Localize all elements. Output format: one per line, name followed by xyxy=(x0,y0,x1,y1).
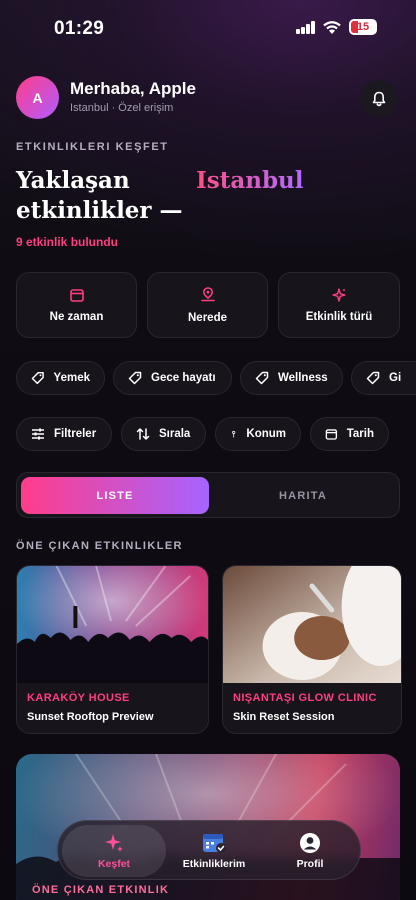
battery-level: 15 xyxy=(356,21,370,33)
city-name: Istanbul xyxy=(196,167,304,194)
when-filter-label: Ne zaman xyxy=(49,311,104,323)
when-filter-card[interactable]: Ne zaman xyxy=(16,272,137,338)
avatar[interactable]: A xyxy=(16,76,59,119)
date-button[interactable]: Tarih xyxy=(310,417,389,451)
tab-etkinliklerim[interactable]: Etkinliklerim xyxy=(166,821,262,881)
status-bar: 01:29 15 xyxy=(0,0,416,56)
calendar-icon xyxy=(325,429,338,440)
user-icon xyxy=(300,833,320,853)
category-chips: Yemek Gece hayatı Wellness Gi xyxy=(16,361,416,395)
where-filter-card[interactable]: Nerede xyxy=(147,272,268,338)
list-view-label: LISTE xyxy=(96,489,134,502)
avatar-initial: A xyxy=(32,89,43,106)
event-title: Skin Reset Session xyxy=(233,711,335,723)
list-view-tab[interactable]: LISTE xyxy=(21,477,209,514)
tab-label: Etkinliklerim xyxy=(182,858,246,870)
location-pin-icon xyxy=(200,287,215,302)
tag-icon xyxy=(128,371,142,385)
wifi-icon xyxy=(323,21,341,34)
event-venue: NIŞANTAŞI GLOW CLINIC xyxy=(233,692,377,704)
header: A Merhaba, Apple Istanbul · Özel erişim xyxy=(16,76,400,122)
tab-label: Keşfet xyxy=(97,858,131,870)
notifications-button[interactable] xyxy=(360,80,398,118)
filters-button[interactable]: Filtreler xyxy=(16,417,112,451)
map-view-tab[interactable]: HARITA xyxy=(209,477,397,514)
tab-kesfet[interactable]: Keşfet xyxy=(62,821,166,881)
category-chip-label: Gi xyxy=(389,372,402,384)
event-type-filter-label: Etkinlik türü xyxy=(305,311,373,323)
sparkle-icon xyxy=(105,834,123,852)
greeting: Merhaba, Apple xyxy=(70,79,196,98)
featured-section-title: ÖNE ÇIKAN ETKINLIKLER xyxy=(16,540,183,552)
date-label: Tarih xyxy=(346,428,374,440)
view-toggle: LISTE HARITA xyxy=(16,472,400,518)
sort-label: Sırala xyxy=(159,428,191,440)
event-venue: KARAKÖY HOUSE xyxy=(27,692,130,704)
category-chip-label: Gece hayatı xyxy=(151,372,216,384)
location-label: Konum xyxy=(246,428,286,440)
section-eyebrow: ETKINLIKLERI KEŞFET xyxy=(16,141,169,153)
sparkle-icon xyxy=(332,288,346,302)
category-chip-wellness[interactable]: Wellness xyxy=(240,361,343,395)
tab-label: Profil xyxy=(296,858,324,870)
category-chip-label: Wellness xyxy=(278,372,328,384)
event-card[interactable]: NIŞANTAŞI GLOW CLINIC Skin Reset Session xyxy=(222,565,402,734)
facial-treatment-image xyxy=(223,566,401,683)
event-type-filter-card[interactable]: Etkinlik türü xyxy=(278,272,400,338)
calendar-icon xyxy=(69,289,84,302)
result-count: 9 etkinlik bulundu xyxy=(16,235,119,249)
page-title: Yaklaşan etkinlikler — xyxy=(16,167,183,224)
battery-indicator: 15 xyxy=(349,19,377,35)
calendar-check-icon xyxy=(203,834,226,853)
tag-icon xyxy=(255,371,269,385)
featured-event-eyebrow: ÖNE ÇIKAN ETKINLIK xyxy=(32,884,170,896)
sliders-icon xyxy=(32,428,44,440)
bottom-tab-bar: Keşfet Etkinliklerim Profil xyxy=(57,820,361,880)
where-filter-label: Nerede xyxy=(188,312,227,324)
sort-button[interactable]: Sırala xyxy=(121,417,206,451)
bell-icon xyxy=(372,91,386,107)
category-chip-label: Yemek xyxy=(53,372,90,384)
status-time: 01:29 xyxy=(54,18,105,39)
cellular-signal-icon xyxy=(296,21,316,34)
map-view-label: HARITA xyxy=(279,489,327,502)
toolbar-chips: Filtreler Sırala Konum Tarih xyxy=(16,417,416,451)
filter-cards: Ne zaman Nerede Etkinlik türü xyxy=(16,272,402,340)
tag-icon xyxy=(366,371,380,385)
location-subline: Istanbul · Özel erişim xyxy=(70,102,174,114)
tab-profil[interactable]: Profil xyxy=(262,821,358,881)
event-card[interactable]: KARAKÖY HOUSE Sunset Rooftop Preview xyxy=(16,565,209,734)
category-chip-gece-hayati[interactable]: Gece hayatı xyxy=(113,361,232,395)
category-chip-gi[interactable]: Gi xyxy=(351,361,416,395)
category-chip-yemek[interactable]: Yemek xyxy=(16,361,105,395)
filters-label: Filtreler xyxy=(54,428,97,440)
pin-icon xyxy=(232,430,236,438)
tag-icon xyxy=(31,371,44,385)
event-title: Sunset Rooftop Preview xyxy=(27,711,154,723)
location-button[interactable]: Konum xyxy=(215,417,301,451)
sort-icon xyxy=(136,428,150,440)
concert-image xyxy=(17,566,208,683)
